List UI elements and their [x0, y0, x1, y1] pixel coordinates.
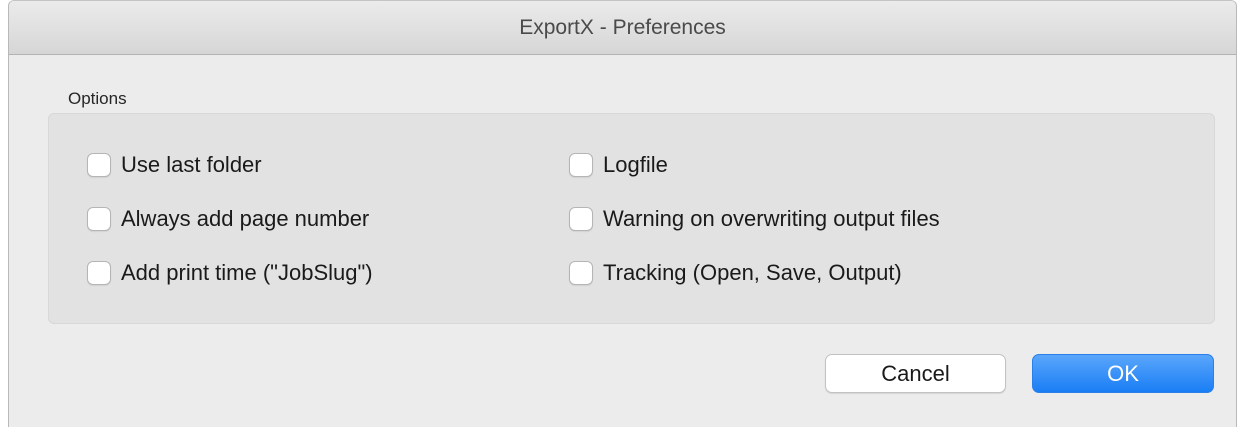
- option-label: Add print time ("JobSlug"): [121, 260, 373, 285]
- logfile-checkbox[interactable]: [569, 153, 593, 177]
- option-add-print-time[interactable]: Add print time ("JobSlug"): [87, 259, 373, 287]
- options-group-label: Options: [68, 89, 127, 108]
- add-print-time-checkbox[interactable]: [87, 261, 111, 285]
- option-tracking[interactable]: Tracking (Open, Save, Output): [569, 259, 902, 287]
- always-add-page-number-checkbox[interactable]: [87, 207, 111, 231]
- window-title: ExportX - Preferences: [519, 15, 726, 39]
- preferences-window: ExportX - Preferences Options Use last f…: [8, 0, 1237, 427]
- option-label: Use last folder: [121, 152, 262, 177]
- option-label: Warning on overwriting output files: [603, 206, 940, 231]
- ok-button[interactable]: OK: [1032, 354, 1214, 393]
- option-warning-overwrite[interactable]: Warning on overwriting output files: [569, 205, 940, 233]
- option-logfile[interactable]: Logfile: [569, 151, 668, 179]
- option-label: Always add page number: [121, 206, 370, 231]
- tracking-checkbox[interactable]: [569, 261, 593, 285]
- option-always-add-page-number[interactable]: Always add page number: [87, 205, 369, 233]
- options-group: Use last folder Always add page number A…: [48, 113, 1215, 324]
- option-use-last-folder[interactable]: Use last folder: [87, 151, 262, 179]
- use-last-folder-checkbox[interactable]: [87, 153, 111, 177]
- option-label: Tracking (Open, Save, Output): [603, 260, 902, 285]
- warning-overwrite-checkbox[interactable]: [569, 207, 593, 231]
- title-bar[interactable]: ExportX - Preferences: [9, 1, 1236, 55]
- option-label: Logfile: [603, 152, 668, 177]
- cancel-button[interactable]: Cancel: [825, 354, 1006, 393]
